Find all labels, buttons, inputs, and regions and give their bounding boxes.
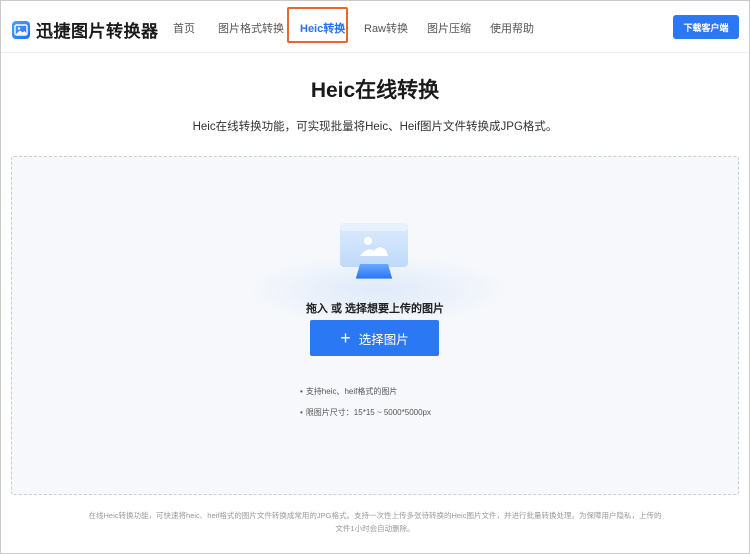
image-upload-icon xyxy=(338,220,412,289)
download-client-button[interactable]: 下载客户端 xyxy=(673,15,739,39)
drop-instructions: 拖入 或 选择想要上传的图片 xyxy=(305,303,445,315)
bullet-icon: • xyxy=(300,408,303,417)
page-title: Heic在线转换 xyxy=(310,79,440,102)
logo-text: 迅捷图片转换器 xyxy=(36,22,159,41)
footer-description: 在线Heic转换功能，可快速将heic、heif格式的图片文件转换成常用的JPG… xyxy=(40,509,710,535)
note-size-limit: • 限图片尺寸：15*15 ~ 5000*5000px xyxy=(300,408,431,417)
nav-item-home[interactable]: 首页 xyxy=(173,20,195,36)
nav-item-format-convert[interactable]: 图片格式转换 xyxy=(218,20,284,36)
header: 迅捷图片转换器 首页 图片格式转换 Heic转换 Raw转换 图片压缩 使用帮助… xyxy=(1,1,749,53)
bullet-icon: • xyxy=(300,387,303,396)
select-image-button[interactable]: + 选择图片 xyxy=(310,320,439,356)
nav-item-compress[interactable]: 图片压缩 xyxy=(427,20,471,36)
page-subtitle: Heic在线转换功能，可实现批量将Heic、Heif图片文件转换成JPG格式。 xyxy=(192,121,558,133)
active-nav-highlight xyxy=(287,7,348,43)
header-divider xyxy=(1,52,749,53)
note-supported-formats: • 支持heic、heif格式的图片 xyxy=(300,387,398,396)
nav-item-help[interactable]: 使用帮助 xyxy=(490,20,534,36)
footer-line-1: 在线Heic转换功能，可快速将heic、heif格式的图片文件转换成常用的JPG… xyxy=(88,511,662,520)
logo[interactable]: 迅捷图片转换器 xyxy=(12,17,159,42)
nav-item-raw[interactable]: Raw转换 xyxy=(364,20,408,36)
select-image-label: 选择图片 xyxy=(358,332,409,347)
footer-line-2: 文件1小时会自动删除。 xyxy=(335,524,415,533)
image-icon xyxy=(12,20,30,39)
plus-icon: + xyxy=(340,328,351,348)
